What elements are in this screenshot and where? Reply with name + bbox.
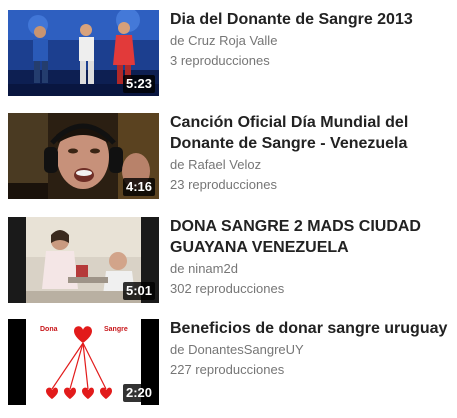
view-count: 23 reproducciones: [170, 177, 277, 192]
video-title-link[interactable]: Canción Oficial Día Mundial del Donante …: [170, 112, 452, 154]
channel-name[interactable]: de ninam2d: [170, 259, 452, 279]
video-duration: 5:01: [122, 282, 155, 300]
video-duration: 4:16: [122, 178, 155, 196]
video-list-item[interactable]: 5:01 DONA SANGRE 2 MADS CIUDAD GUAYANA V…: [0, 212, 457, 304]
channel-name[interactable]: de Cruz Roja Valle: [170, 31, 452, 51]
view-count: 302 reproducciones: [170, 281, 285, 296]
view-count: 227 reproducciones: [170, 362, 285, 377]
channel-name[interactable]: de Rafael Veloz: [170, 155, 452, 175]
view-count: 3 reproducciones: [170, 53, 270, 68]
video-duration: 2:20: [122, 384, 155, 402]
thumbnail-caption-sangre: Sangre: [104, 326, 128, 333]
thumbnail-caption-dona: Dona: [40, 326, 58, 333]
video-title-link[interactable]: Dia del Donante de Sangre 2013: [170, 9, 452, 30]
video-list-item[interactable]: Dona Sangre 2:20 Beneficios de donar san…: [0, 314, 457, 406]
video-list-item[interactable]: 4:16 Canción Oficial Día Mundial del Don…: [0, 108, 457, 200]
video-thumbnail[interactable]: 5:01: [8, 217, 159, 303]
video-list-item[interactable]: 5:23 Dia del Donante de Sangre 2013 de C…: [0, 5, 457, 97]
video-title-link[interactable]: Beneficios de donar sangre uruguay: [170, 318, 452, 339]
video-thumbnail[interactable]: 4:16: [8, 113, 159, 199]
channel-name[interactable]: de DonantesSangreUY: [170, 340, 452, 360]
video-thumbnail[interactable]: 5:23: [8, 10, 159, 96]
video-title-link[interactable]: DONA SANGRE 2 MADS CIUDAD GUAYANA VENEZU…: [170, 216, 452, 258]
video-duration: 5:23: [122, 75, 155, 93]
video-thumbnail[interactable]: Dona Sangre 2:20: [8, 319, 159, 405]
